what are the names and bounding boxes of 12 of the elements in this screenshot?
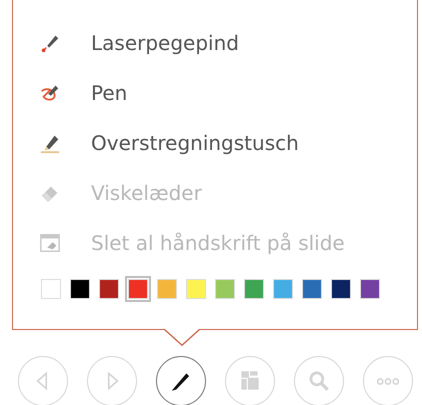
color-swatch[interactable]	[125, 276, 151, 302]
menu-item[interactable]: Pen	[39, 68, 417, 118]
next-button[interactable]	[87, 356, 137, 405]
clear-ink-icon	[39, 232, 61, 254]
menu-item[interactable]: Overstregningstusch	[39, 118, 417, 168]
previous-button[interactable]	[18, 356, 68, 405]
menu-item[interactable]: Laserpegepind	[39, 18, 417, 68]
three-dots-icon	[377, 378, 399, 384]
slides-button[interactable]	[225, 356, 275, 405]
more-button[interactable]	[363, 356, 413, 405]
zoom-button[interactable]	[294, 356, 344, 405]
pen-button[interactable]	[156, 356, 206, 405]
